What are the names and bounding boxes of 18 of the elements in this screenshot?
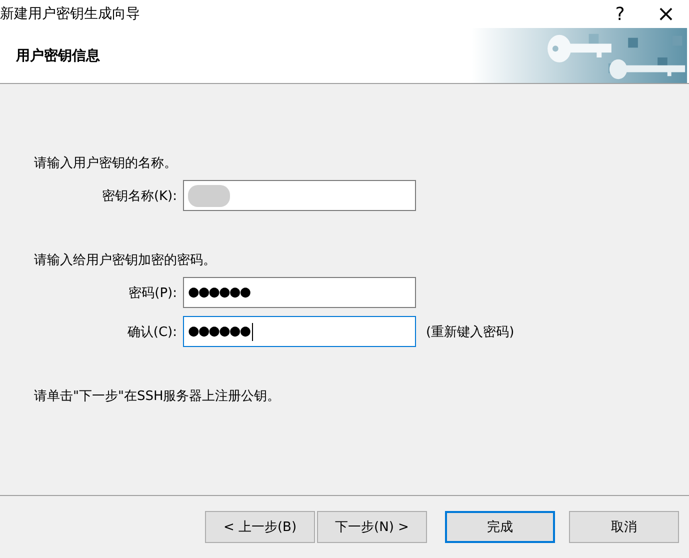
window-title: 新建用户密钥生成向导 xyxy=(0,5,140,23)
field-label: 密钥名称(K): xyxy=(100,188,178,204)
field-label: 确认(C): xyxy=(126,324,178,340)
hint-text: (重新键入密码) xyxy=(426,324,514,340)
wizard-button[interactable]: 下一步(N) > xyxy=(317,511,427,543)
page-heading: 用户密钥信息 xyxy=(16,46,101,64)
instruction-text: 请输入给用户密钥加密的密码。 xyxy=(34,252,217,269)
field-label: 密码(P): xyxy=(128,284,178,302)
wizard-button[interactable]: 取消 xyxy=(569,511,679,543)
close-button[interactable]: × xyxy=(643,0,689,28)
instruction-text: 请单击"下一步"在SSH服务器上注册公钥。 xyxy=(34,388,282,405)
wizard-button[interactable]: 完成 xyxy=(445,511,555,543)
password-field[interactable]: ●●●●●● xyxy=(183,316,416,347)
password-field[interactable]: ●●●●●● xyxy=(183,277,416,308)
help-button[interactable]: ? xyxy=(597,0,643,28)
instruction-text: 请输入用户密钥的名称。 xyxy=(34,155,178,172)
wizard-button[interactable]: < 上一步(B) xyxy=(205,511,315,543)
key-name-field[interactable] xyxy=(183,180,416,211)
